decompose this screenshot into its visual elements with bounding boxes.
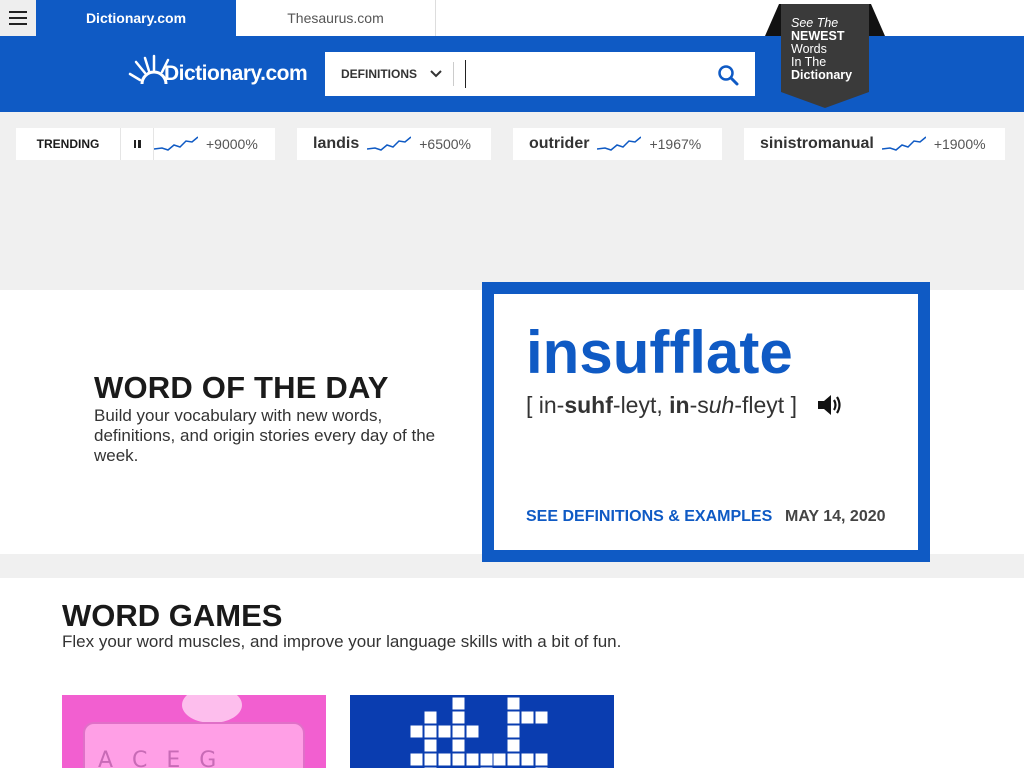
- trending-item[interactable]: landis +6500%: [297, 128, 491, 160]
- speaker-icon[interactable]: [816, 392, 844, 418]
- tab-dictionary[interactable]: Dictionary.com: [36, 0, 236, 36]
- wotd-heading: WORD OF THE DAY: [94, 370, 389, 405]
- wotd-word[interactable]: insufflate: [526, 318, 793, 387]
- game-card-letters[interactable]: A C E G: [62, 695, 326, 768]
- trending-item[interactable]: sinistromanual +1900%: [744, 128, 1005, 160]
- svg-text:A C E G: A C E G: [98, 748, 222, 768]
- trend-sparkline-icon: [367, 136, 412, 151]
- trending-item[interactable]: +9000%: [150, 128, 275, 160]
- search-bar: DEFINITIONS: [325, 52, 755, 96]
- trend-sparkline-icon: [154, 136, 198, 151]
- ribbon-text: See The NEWEST Words In The Dictionary: [791, 16, 853, 82]
- games-description: Flex your word muscles, and improve your…: [62, 632, 622, 651]
- trending-item[interactable]: outrider +1967%: [513, 128, 722, 160]
- see-definitions-link[interactable]: SEE DEFINITIONS & EXAMPLES: [526, 508, 772, 526]
- pause-icon[interactable]: [120, 128, 154, 160]
- hamburger-menu-icon[interactable]: [0, 0, 36, 36]
- site-header: Dictionary.com DEFINITIONS See The NEWES…: [0, 4, 1024, 112]
- letters-card-image: A C E G: [83, 695, 305, 768]
- tab-thesaurus[interactable]: Thesaurus.com: [236, 0, 436, 36]
- word-games-section: WORD GAMES Flex your word muscles, and i…: [0, 578, 1024, 768]
- site-logo[interactable]: Dictionary.com: [128, 50, 308, 96]
- search-type-label: DEFINITIONS: [341, 67, 418, 81]
- trending-bar: +9000% TRENDING landis +6500% outrider +…: [0, 112, 1024, 290]
- chevron-down-icon: [430, 70, 442, 78]
- crossword-grid-image: [409, 696, 549, 768]
- wotd-pronunciation: [ in-suhf-leyt, in-suh-fleyt ]: [526, 392, 797, 418]
- logo-text: Dictionary.com: [164, 62, 308, 85]
- trend-sparkline-icon: [881, 136, 926, 151]
- game-card-crossword[interactable]: [350, 695, 614, 768]
- search-divider: [453, 62, 454, 86]
- wotd-date: MAY 14, 2020: [785, 508, 886, 525]
- games-heading: WORD GAMES: [62, 598, 283, 633]
- trend-sparkline-icon: [597, 136, 642, 151]
- search-icon[interactable]: [717, 64, 739, 86]
- newest-words-ribbon[interactable]: See The NEWEST Words In The Dictionary: [765, 4, 885, 108]
- search-type-selector[interactable]: DEFINITIONS: [325, 52, 453, 96]
- wotd-description: Build your vocabulary with new words, de…: [94, 406, 436, 465]
- wotd-card: insufflate [ in-suhf-leyt, in-suh-fleyt …: [482, 282, 930, 562]
- search-input[interactable]: [465, 60, 705, 88]
- trending-label: TRENDING: [16, 128, 120, 160]
